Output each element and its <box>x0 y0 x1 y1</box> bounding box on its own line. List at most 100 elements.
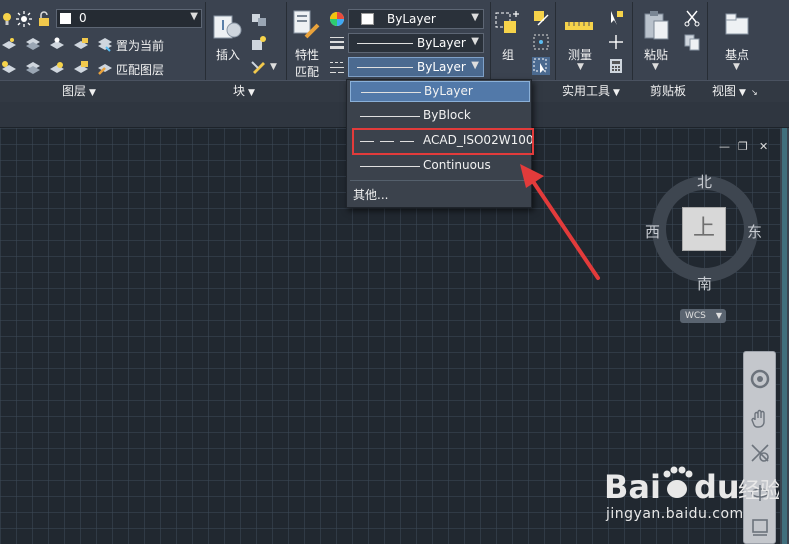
color-wheel-icon <box>330 12 344 26</box>
ungroup-icon[interactable] <box>532 9 550 27</box>
match-properties-label-1[interactable]: 特性 <box>295 46 319 63</box>
group-edit-icon[interactable] <box>532 33 550 51</box>
chevron-down-icon[interactable]: ▼ <box>733 62 740 72</box>
match-layer-icon[interactable] <box>96 59 114 77</box>
measure-label[interactable]: 测量 <box>568 46 592 63</box>
chevron-down-icon: ▼ <box>471 36 479 47</box>
compass-south[interactable]: 南 <box>697 273 712 294</box>
current-layer-name: 0 <box>79 11 87 25</box>
linetype-option-label: ByLayer <box>424 84 473 98</box>
scrollbar-track <box>782 128 787 544</box>
compass-east[interactable]: 东 <box>747 221 762 242</box>
expand-corner-icon[interactable]: ↘ <box>751 88 758 97</box>
linetype-preview <box>360 166 420 167</box>
linetype-preview <box>357 67 413 68</box>
match-properties-label-2[interactable]: 匹配 <box>295 63 319 80</box>
insert-block-icon[interactable] <box>212 10 244 42</box>
annotation-highlight-box <box>352 128 534 155</box>
layer-color-swatch <box>60 13 71 24</box>
layer-walk-icon[interactable] <box>24 59 42 77</box>
layer-thaw-icon[interactable] <box>48 59 66 77</box>
paste-icon[interactable] <box>642 9 672 41</box>
chevron-down-icon: ▼ <box>190 11 198 22</box>
block-panel-title[interactable]: 块 ▼ <box>233 82 255 99</box>
point-style-icon[interactable] <box>607 33 625 51</box>
sun-icon[interactable] <box>15 10 33 28</box>
edit-block-icon[interactable] <box>250 34 268 52</box>
basepoint-label[interactable]: 基点 <box>725 46 749 63</box>
svg-text:du: du <box>694 468 740 506</box>
basepoint-icon[interactable] <box>722 12 752 38</box>
ucs-label: WCS <box>685 311 706 321</box>
annotation-arrow-icon <box>520 164 600 280</box>
match-layer-label[interactable]: 匹配图层 <box>116 61 164 78</box>
create-block-icon[interactable] <box>250 10 268 28</box>
lineweight-dropdown[interactable]: ByLayer ▼ <box>348 33 484 53</box>
close-icon[interactable]: ✕ <box>759 140 768 153</box>
layer-lock-icon[interactable] <box>72 35 90 53</box>
insert-label[interactable]: 插入 <box>216 46 240 63</box>
lineweight-value: ByLayer <box>417 36 466 50</box>
match-properties-icon[interactable] <box>292 9 322 41</box>
compass-north[interactable]: 北 <box>697 171 712 192</box>
layer-properties-icon[interactable] <box>24 35 42 53</box>
color-value: ByLayer <box>387 12 436 26</box>
lineweight-preview <box>357 43 413 44</box>
linetype-option-bylayer[interactable]: ByLayer <box>350 81 530 102</box>
color-dropdown[interactable]: ByLayer ▼ <box>348 9 484 29</box>
linetype-option-continuous[interactable]: Continuous <box>350 156 530 177</box>
layer-off-icon[interactable] <box>0 59 18 77</box>
compass-west[interactable]: 西 <box>645 221 660 242</box>
group-select-icon[interactable] <box>532 57 550 75</box>
layers-panel-title[interactable]: 图层 ▼ <box>62 82 96 99</box>
linetype-dropdown[interactable]: ByLayer ▼ <box>348 57 484 77</box>
menu-divider <box>350 180 528 181</box>
linetype-value: ByLayer <box>417 60 466 74</box>
linetype-option-label: Continuous <box>423 158 491 172</box>
clipboard-panel-title[interactable]: 剪贴板 <box>650 82 686 99</box>
steering-wheel-icon[interactable] <box>749 368 771 390</box>
restore-icon[interactable]: ❐ <box>738 140 748 153</box>
layer-isolate-icon[interactable] <box>0 35 18 53</box>
chevron-down-icon: ▼ <box>89 88 96 98</box>
calculator-icon[interactable] <box>607 57 625 75</box>
chevron-down-icon[interactable]: ▼ <box>577 62 584 72</box>
linetype-icon <box>330 62 344 73</box>
measure-icon[interactable] <box>563 14 595 40</box>
minimize-icon[interactable]: — <box>719 140 730 153</box>
lineweight-icon <box>330 37 344 49</box>
group-icon[interactable] <box>494 9 524 41</box>
pan-hand-icon[interactable] <box>749 408 771 430</box>
copy-icon[interactable] <box>683 33 701 51</box>
quick-select-icon[interactable] <box>607 9 625 27</box>
edit-attributes-icon[interactable] <box>250 58 268 76</box>
group-label[interactable]: 组 <box>502 46 514 63</box>
cut-icon[interactable] <box>683 9 701 27</box>
set-current-icon[interactable] <box>96 35 114 53</box>
lock-icon[interactable] <box>35 10 53 28</box>
chevron-down-icon[interactable]: ▼ <box>270 62 277 72</box>
chevron-down-icon: ▼ <box>715 311 722 320</box>
linetype-other-option[interactable]: 其他... <box>353 186 388 203</box>
layer-unlock-icon[interactable] <box>72 59 90 77</box>
svg-text:经验: 经验 <box>738 479 779 504</box>
watermark-url: jingyan.baidu.com <box>606 506 744 522</box>
utilities-panel-title[interactable]: 实用工具 ▼ <box>562 82 620 99</box>
vertical-scrollbar[interactable] <box>780 128 789 544</box>
paste-label[interactable]: 粘贴 <box>644 46 668 63</box>
layer-freeze-icon[interactable] <box>48 35 66 53</box>
ucs-menu-button[interactable]: WCS ▼ <box>680 309 726 323</box>
linetype-option-byblock[interactable]: ByBlock <box>350 106 530 127</box>
viewcube-top-face[interactable]: 上 <box>682 207 726 251</box>
linetype-preview <box>361 92 421 93</box>
set-current-label[interactable]: 置为当前 <box>116 37 164 54</box>
layer-dropdown[interactable]: 0 ▼ <box>56 9 202 28</box>
svg-text:Bai: Bai <box>604 468 661 506</box>
chevron-down-icon: ▼ <box>248 88 255 98</box>
chevron-down-icon[interactable]: ▼ <box>652 62 659 72</box>
view-panel-title[interactable]: 视图 ▼ ↘ <box>712 82 758 99</box>
chevron-down-icon: ▼ <box>739 88 746 98</box>
linetype-preview <box>360 116 420 117</box>
chevron-down-icon: ▼ <box>471 60 479 71</box>
chevron-down-icon: ▼ <box>613 88 620 98</box>
